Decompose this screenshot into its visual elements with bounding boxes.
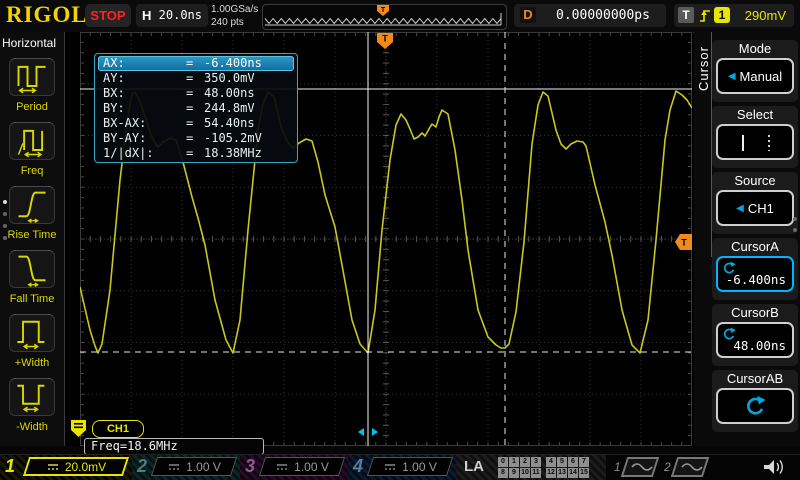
right-menu-page-indicator: [793, 210, 797, 239]
rigol-logo: RIGOL: [6, 2, 88, 28]
cursor-b-button[interactable]: 48.00ns: [716, 322, 794, 358]
mode-value: Manual: [740, 69, 783, 84]
menu-item-period[interactable]: Period: [0, 58, 64, 113]
left-arrow-icon: ◀: [728, 71, 736, 82]
menu-group-mode: Mode ◀ Manual: [712, 40, 798, 102]
cursor-a-button[interactable]: -6.400ns: [716, 256, 794, 292]
menu-page-indicator: [3, 192, 7, 248]
minus-width-icon: [10, 379, 54, 415]
memory-waveform-preview[interactable]: T: [262, 4, 507, 30]
cursor-a-solid-line-icon: [742, 135, 744, 151]
ch1-source-tag: CH1: [92, 420, 144, 438]
dc-coupling-icon: [383, 462, 397, 472]
trigger-source-badge: 1: [714, 7, 730, 23]
delay-box[interactable]: D 0.00000000ps: [514, 4, 666, 27]
svg-text:T: T: [381, 7, 386, 14]
horizontal-label: H: [142, 4, 151, 27]
dc-coupling-icon: [167, 462, 181, 472]
preview-wave-icon: T: [263, 5, 504, 27]
menu-item-pos-width[interactable]: +Width: [0, 314, 64, 369]
period-icon: [10, 59, 54, 95]
trigger-level-value: 290mV: [745, 4, 786, 27]
run-stop-status[interactable]: STOP: [85, 4, 131, 27]
channel-1-block[interactable]: 1 20.0mV: [0, 455, 132, 480]
measurement-row-ax: AX: = -6.400ns: [98, 56, 294, 71]
fall-time-icon: [10, 251, 54, 287]
digital-channel-grid: 0 1 2 3 4 5 6 7 8 9 10 11 12 1: [498, 457, 590, 479]
svg-text:T: T: [382, 34, 388, 44]
menu-group-cursor-b: CursorB 48.00ns: [712, 304, 798, 366]
freq-icon: [10, 123, 54, 159]
channel-2-block[interactable]: 2 1.00 V: [132, 455, 240, 480]
measurement-row-ay: AY: = 350.0mV: [98, 71, 294, 86]
right-softkey-menu: Cursor Mode ◀ Manual Select Source ◀: [694, 32, 800, 446]
menu-group-select: Select: [712, 106, 798, 168]
select-cursor-button[interactable]: [716, 124, 794, 160]
source-value: CH1: [748, 201, 774, 216]
channel-2-number: 2: [137, 456, 147, 477]
channel-3-number: 3: [245, 456, 255, 477]
channel-4-number: 4: [353, 456, 363, 477]
source-1-output[interactable]: 1: [612, 457, 658, 477]
menu-item-neg-width[interactable]: -Width: [0, 378, 64, 433]
cursor-measurement-panel: AX: = -6.400ns AY: = 350.0mV BX: = 48.00…: [94, 53, 298, 163]
rotate-knob-icon: [744, 395, 766, 417]
trigger-status-box[interactable]: T 1 290mV: [674, 4, 794, 27]
sine-wave-icon: [630, 461, 654, 473]
left-arrow-icon: ◀: [736, 203, 744, 214]
measurement-row-byay: BY-AY: = -105.2mV: [98, 131, 294, 146]
dc-coupling-icon: [275, 462, 289, 472]
channel-4-scale: 1.00 V: [402, 460, 437, 474]
left-softkey-menu: Horizontal Period Freq Rise Time: [0, 32, 65, 446]
channel-1-scale: 20.0mV: [65, 460, 106, 474]
channel-3-block[interactable]: 3 1.00 V: [240, 455, 348, 480]
menu-item-freq[interactable]: Freq: [0, 122, 64, 177]
cursor-b-value: 48.00ns: [733, 338, 786, 353]
oscilloscope-screen: RIGOL STOP H 20.0ns 1.00GSa/s 240 pts T …: [0, 0, 800, 480]
horizontal-scale-box[interactable]: H 20.0ns: [136, 4, 208, 27]
plus-width-icon: [10, 315, 54, 351]
measurement-row-freq: 1/|dX|: = 18.38MHz: [98, 146, 294, 161]
source-button[interactable]: ◀ CH1: [716, 190, 794, 226]
cursor-a-value: -6.400ns: [726, 272, 786, 287]
dc-coupling-icon: [46, 462, 60, 472]
channel-4-block[interactable]: 4 1.00 V: [348, 455, 456, 480]
channel-3-scale: 1.00 V: [294, 460, 329, 474]
mode-button[interactable]: ◀ Manual: [716, 58, 794, 94]
horizontal-scale-value: 20.0ns: [159, 4, 202, 27]
right-menu-title: Cursor: [696, 46, 712, 91]
left-menu-title: Horizontal: [2, 36, 56, 50]
measurement-row-bxax: BX-AX: = 54.40ns: [98, 116, 294, 131]
hardware-frequency-counter: Freq=18.6MHz: [84, 438, 264, 455]
cursor-ab-button[interactable]: [716, 388, 794, 424]
menu-item-rise-time[interactable]: Rise Time: [0, 186, 64, 241]
channel-status-bar: 1 20.0mV 2 1.00 V: [0, 454, 800, 480]
measurement-row-bx: BX: = 48.00ns: [98, 86, 294, 101]
memory-depth: 240 pts: [211, 16, 258, 29]
trigger-label: T: [678, 7, 694, 23]
top-status-bar: RIGOL STOP H 20.0ns 1.00GSa/s 240 pts T …: [0, 0, 800, 33]
logic-analyzer-block[interactable]: LA 0 1 2 3 4 5 6 7 8 9 10 11: [456, 455, 606, 480]
measurement-row-by: BY: = 244.8mV: [98, 101, 294, 116]
menu-group-cursor-ab: CursorAB: [712, 370, 798, 432]
sample-rate: 1.00GSa/s: [211, 3, 258, 16]
delay-value: 0.00000000ps: [544, 4, 662, 27]
source-2-output[interactable]: 2: [662, 457, 708, 477]
rise-time-icon: [10, 187, 54, 223]
speaker-icon[interactable]: [762, 457, 788, 477]
sine-wave-icon: [680, 461, 704, 473]
menu-group-source: Source ◀ CH1: [712, 172, 798, 234]
svg-text:T: T: [681, 238, 687, 248]
channel-1-number: 1: [5, 456, 15, 477]
acquisition-info: 1.00GSa/s 240 pts: [211, 3, 258, 29]
rising-edge-trigger-icon: [698, 8, 712, 23]
cursor-b-dashed-line-icon: [768, 135, 770, 151]
channel-2-scale: 1.00 V: [186, 460, 221, 474]
la-label: LA: [464, 458, 484, 475]
delay-label: D: [520, 7, 536, 23]
menu-group-cursor-a: CursorA -6.400ns: [712, 238, 798, 300]
menu-item-fall-time[interactable]: Fall Time: [0, 250, 64, 305]
